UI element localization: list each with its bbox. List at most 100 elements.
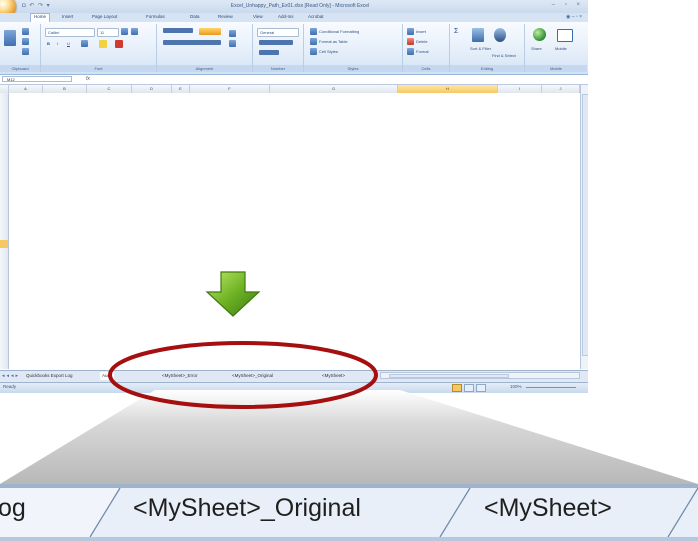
sheet-tab-audit[interactable]: Audit (100, 372, 115, 380)
name-box[interactable]: M12 (2, 76, 72, 82)
mobile-device-icon[interactable] (557, 29, 573, 42)
tab-insert[interactable]: Insert (62, 14, 73, 19)
tab-acrobat[interactable]: Acrobat (308, 14, 324, 19)
orientation-icon[interactable] (229, 30, 236, 37)
column-header[interactable]: D (132, 85, 172, 93)
format-painter-icon[interactable] (22, 48, 29, 55)
column-header[interactable]: E (172, 85, 190, 93)
cut-icon[interactable] (22, 28, 29, 35)
column-header[interactable]: G (270, 85, 398, 93)
font-color-icon[interactable] (115, 40, 123, 48)
currency-percent-icons[interactable] (259, 40, 293, 45)
sheet-tab-export-log[interactable]: Quickbooks Export Log (26, 372, 73, 380)
zoom-slider[interactable] (526, 387, 576, 388)
zoom-wedge (0, 390, 698, 484)
find-select-button[interactable]: Find & Select (492, 53, 516, 58)
font-name-select[interactable]: Calibri (45, 28, 95, 37)
find-select-icon[interactable] (494, 28, 506, 42)
zoom-level[interactable]: 100% (510, 384, 522, 389)
share-button[interactable]: Share (531, 46, 542, 51)
top-align-icons[interactable] (163, 28, 193, 33)
group-label-mobile: Mobile (525, 65, 587, 72)
page-layout-view-button[interactable] (464, 384, 474, 392)
tab-add-ins[interactable]: Add-Ins (278, 14, 294, 19)
copy-icon[interactable] (22, 38, 29, 45)
zoomed-tab-mysheet[interactable]: <MySheet> (484, 494, 612, 523)
format-cells-button[interactable]: Format (416, 49, 429, 54)
cell-styles-icon[interactable] (310, 48, 317, 55)
delete-cells-button[interactable]: Delete (416, 39, 428, 44)
fill-color-icon[interactable] (99, 40, 107, 48)
borders-icon[interactable] (81, 40, 88, 47)
zoom-controls: 100% (452, 384, 582, 392)
format-as-table-icon[interactable] (310, 38, 317, 45)
sheet-nav-arrows[interactable]: ◂◂◂▸ (2, 373, 20, 379)
zoomed-tab-mysheet-original[interactable]: <MySheet>_Original (133, 494, 361, 523)
group-editing: Σ Sort & Filter Find & Select Editing (450, 24, 525, 72)
column-header[interactable]: F (190, 85, 270, 93)
mobile-button[interactable]: Mobile (555, 46, 567, 51)
column-header[interactable]: J (542, 85, 580, 93)
column-header[interactable]: C (87, 85, 132, 93)
page-break-view-button[interactable] (476, 384, 486, 392)
zoomed-tab-partial[interactable]: og (0, 494, 26, 523)
merge-center-icon[interactable] (229, 40, 236, 47)
select-all-corner[interactable] (0, 85, 9, 93)
tab-formulas[interactable]: Formulas (146, 14, 165, 19)
conditional-formatting-icon[interactable] (310, 28, 317, 35)
font-size-select[interactable]: 11 (97, 28, 119, 37)
help-icon[interactable]: ◉ – ▫ × (566, 14, 582, 20)
sort-filter-icon[interactable] (472, 28, 484, 42)
tab-view[interactable]: View (253, 14, 263, 19)
number-format-select[interactable]: General (257, 28, 299, 37)
bold-icon[interactable]: B (47, 41, 50, 46)
align-icons[interactable] (163, 40, 221, 45)
grow-font-icon[interactable] (121, 28, 128, 35)
group-number: General Number (253, 24, 304, 72)
normal-view-button[interactable] (452, 384, 462, 392)
column-header[interactable]: I (498, 85, 542, 93)
status-ready: Ready (3, 384, 17, 389)
autosum-icon[interactable]: Σ (454, 28, 458, 35)
quick-access-toolbar[interactable]: ◘ ↶ ↷ ▾ (22, 2, 51, 9)
horizontal-scrollbar[interactable] (380, 372, 580, 379)
column-header-selected[interactable]: H (398, 85, 498, 93)
shrink-font-icon[interactable] (131, 28, 138, 35)
sheet-tab-mysheet[interactable]: <MySheet> (322, 372, 345, 380)
insert-cells-button[interactable]: Insert (416, 29, 426, 34)
group-label-alignment: Alignment (157, 65, 252, 72)
paste-icon[interactable] (4, 30, 16, 46)
delete-cells-icon[interactable] (407, 38, 414, 45)
sheet-tab-mysheet-error[interactable]: <MySheet>_Error (162, 372, 198, 380)
window-controls[interactable]: – ▫ × (552, 2, 584, 8)
decimal-icons[interactable] (259, 50, 279, 55)
cell-styles-button[interactable]: Cell Styles (319, 49, 338, 54)
column-header[interactable]: B (43, 85, 87, 93)
column-header[interactable]: A (9, 85, 43, 93)
row-headers[interactable] (0, 93, 9, 369)
share-globe-icon[interactable] (533, 28, 546, 41)
fx-icon[interactable]: fx (86, 76, 90, 82)
horizontal-scroll-thumb[interactable] (389, 374, 509, 378)
format-as-table-button[interactable]: Format as Table (319, 39, 348, 44)
insert-cells-icon[interactable] (407, 28, 414, 35)
conditional-formatting-button[interactable]: Conditional Formatting (319, 29, 359, 34)
tab-home[interactable]: Home (30, 13, 51, 22)
ribbon-tabs: Home Insert Page Layout Formulas Data Re… (0, 13, 588, 22)
vertical-scrollbar[interactable] (580, 85, 588, 369)
ribbon: Clipboard Calibri 11 B I U Font Alignmen… (0, 22, 588, 75)
sheet-tab-mysheet-original[interactable]: <MySheet>_Original (232, 372, 273, 380)
worksheet-grid[interactable] (9, 93, 580, 369)
vertical-scroll-thumb[interactable] (582, 94, 588, 356)
underline-icon[interactable]: U (67, 41, 70, 46)
row-header-selected[interactable] (0, 240, 8, 248)
status-bar: Ready 100% (0, 382, 588, 393)
italic-icon[interactable]: I (57, 41, 58, 46)
wrap-text-icon[interactable] (199, 28, 221, 35)
title-bar: ◘ ↶ ↷ ▾ Excel_Unhappy_Path_Ex01.xlsx [Re… (0, 0, 588, 18)
tab-data[interactable]: Data (190, 14, 200, 19)
format-cells-icon[interactable] (407, 48, 414, 55)
sort-filter-button[interactable]: Sort & Filter (470, 46, 491, 51)
tab-review[interactable]: Review (218, 14, 233, 19)
tab-page-layout[interactable]: Page Layout (92, 14, 117, 19)
